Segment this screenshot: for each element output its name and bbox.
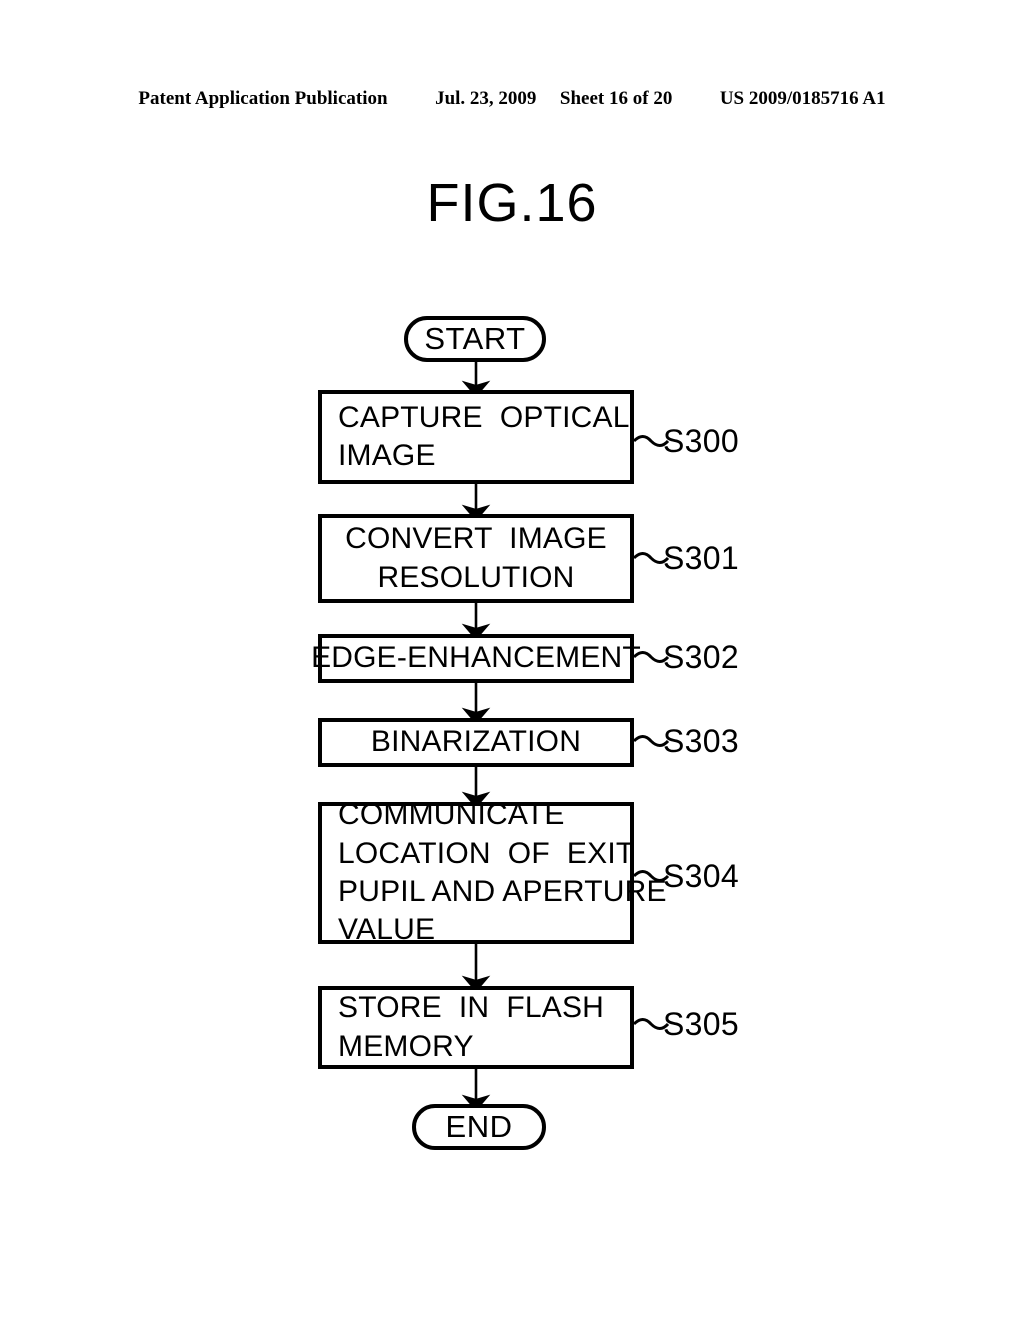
flowchart-step-label-s305: S305 bbox=[663, 1006, 739, 1042]
flowchart-step-s303[interactable]: BINARIZATION bbox=[318, 718, 634, 767]
flowchart-step-s302-line-1: EDGE-ENHANCEMENT bbox=[311, 641, 641, 675]
flowchart-step-label-s300: S300 bbox=[663, 423, 739, 459]
flowchart-step-label-s302: S302 bbox=[663, 639, 739, 675]
flowchart-step-s304[interactable]: COMMUNICATE LOCATION OF EXIT PUPIL AND A… bbox=[318, 798, 667, 946]
flowchart-step-s305[interactable]: STORE IN FLASH MEMORY bbox=[318, 986, 634, 1069]
flowchart-step-s300[interactable]: CAPTURE OPTICAL IMAGE bbox=[318, 390, 634, 484]
flowchart-step-s305-line-2: MEMORY bbox=[338, 1029, 474, 1063]
flowchart-step-label-s301: S301 bbox=[663, 540, 739, 576]
flowchart-step-s300-line-1: CAPTURE OPTICAL bbox=[338, 400, 630, 434]
flowchart-end-label: END bbox=[445, 1109, 513, 1144]
flowchart-step-label-s303: S303 bbox=[663, 723, 739, 759]
flowchart-step-s301-line-1: CONVERT IMAGE bbox=[345, 522, 607, 556]
flowchart-step-s304-line-4: VALUE bbox=[338, 913, 436, 947]
flowchart-step-s303-line-1: BINARIZATION bbox=[370, 725, 582, 759]
flowchart-start-node[interactable]: START bbox=[404, 316, 546, 362]
flowchart-step-s301-line-2: RESOLUTION bbox=[377, 560, 575, 594]
flowchart-step-label-s304: S304 bbox=[663, 858, 739, 894]
flowchart-step-s304-line-1: COMMUNICATE bbox=[338, 798, 565, 832]
flowchart-step-s300-line-2: IMAGE bbox=[338, 439, 436, 472]
flowchart-end-node[interactable]: END bbox=[412, 1104, 546, 1150]
flowchart-step-s304-line-2: LOCATION OF EXIT bbox=[338, 836, 635, 870]
flowchart-step-s305-line-1: STORE IN FLASH bbox=[338, 991, 605, 1025]
flowchart-start-label: START bbox=[424, 321, 526, 356]
flowchart-step-s301[interactable]: CONVERT IMAGE RESOLUTION bbox=[318, 514, 634, 603]
flowchart-diagram: START CAPTURE OPTICAL IMAGE S300 CONVERT… bbox=[0, 0, 1024, 1320]
flowchart-step-s302[interactable]: EDGE-ENHANCEMENT bbox=[311, 634, 641, 683]
flowchart-step-s304-line-3: PUPIL AND APERTURE bbox=[338, 875, 667, 908]
